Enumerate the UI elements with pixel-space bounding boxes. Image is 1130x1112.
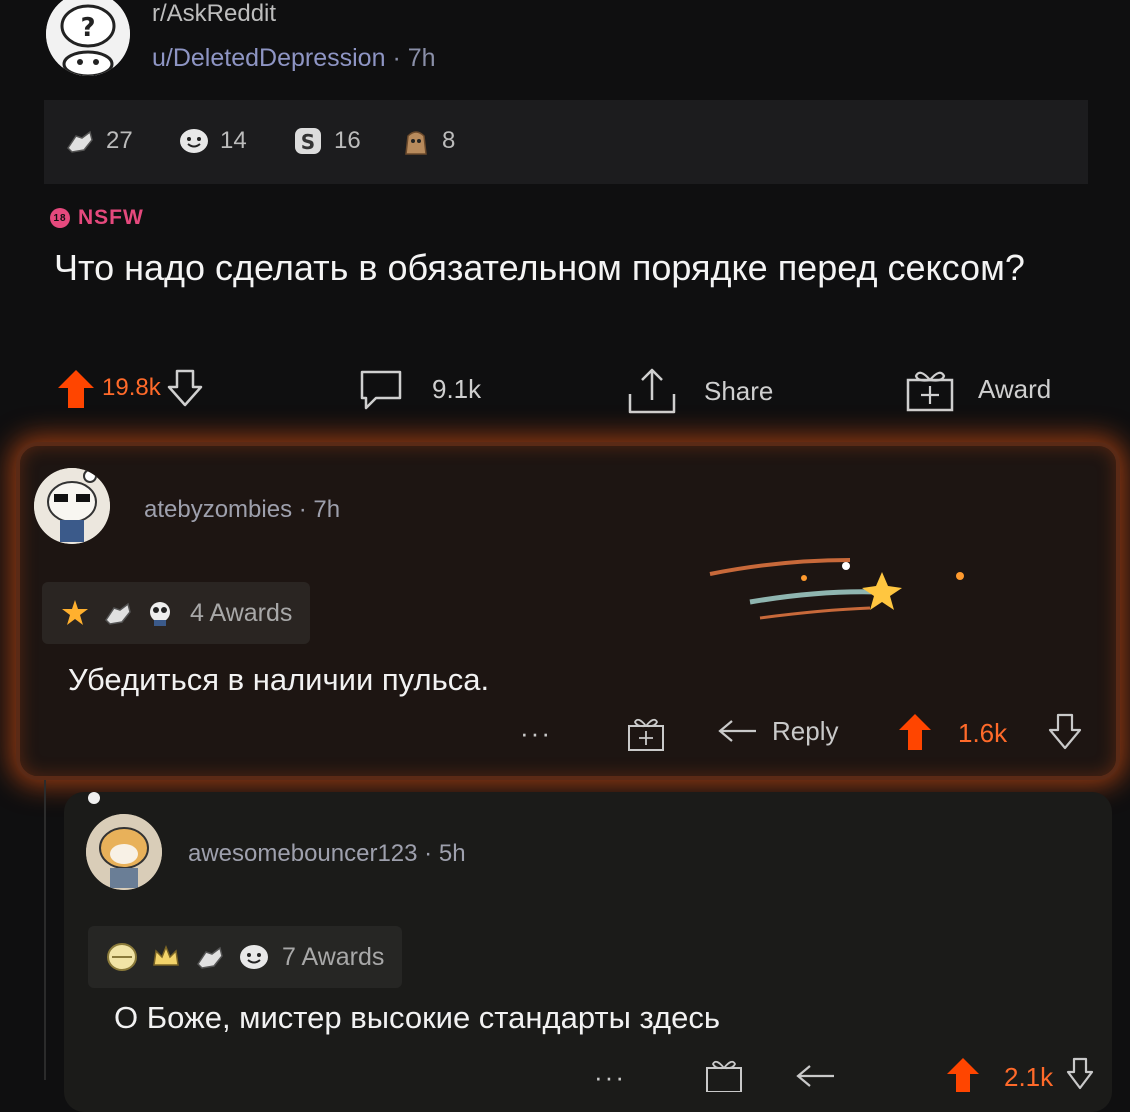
gift-icon bbox=[906, 371, 954, 412]
reply-label: Reply bbox=[772, 716, 839, 746]
comment-author[interactable]: awesomebouncer123 bbox=[188, 840, 418, 867]
askreddit-logo-icon: ? bbox=[46, 0, 130, 76]
subreddit-name[interactable]: r/AskReddit bbox=[152, 0, 276, 28]
subreddit-avatar[interactable]: ? bbox=[46, 0, 130, 76]
comment-body: Убедиться в наличии пульса. bbox=[68, 662, 490, 697]
meta-separator: · bbox=[298, 496, 307, 523]
svg-text:S: S bbox=[301, 130, 315, 154]
comment-meta: atebyzombies · 7h bbox=[144, 496, 340, 524]
helpful-hands-icon bbox=[105, 602, 131, 625]
award-item: 27 bbox=[64, 126, 133, 156]
post-vote-count: 19.8k bbox=[102, 374, 161, 401]
comment-meta: awesomebouncer123 · 5h bbox=[188, 840, 466, 868]
award-item: 14 bbox=[178, 126, 247, 156]
reply-arrow-icon[interactable] bbox=[794, 1062, 838, 1092]
share-label: Share bbox=[704, 375, 774, 406]
comment-vote-count: 2.1k bbox=[1004, 1062, 1054, 1092]
avatar-accessory-icon bbox=[88, 792, 100, 804]
award-button[interactable]: Award bbox=[904, 366, 1051, 412]
comment-awards-pill[interactable]: 7 Awards bbox=[88, 926, 403, 988]
svg-text:?: ? bbox=[80, 13, 95, 43]
upvote-icon[interactable] bbox=[54, 366, 98, 410]
comment-author[interactable]: atebyzombies bbox=[144, 496, 292, 523]
award-item: S 16 bbox=[292, 126, 361, 156]
snoo-avatar-icon bbox=[86, 814, 162, 890]
helpful-hands-icon bbox=[67, 130, 93, 153]
comment-actions: ··· Reply 1.6k bbox=[520, 710, 1110, 760]
comment-awards-pill[interactable]: 4 Awards bbox=[42, 582, 311, 644]
award-count: 27 bbox=[106, 127, 133, 154]
comment-age: 7h bbox=[313, 496, 341, 523]
comment-awards-label: 7 Awards bbox=[282, 942, 385, 971]
meta-separator: · bbox=[392, 44, 401, 72]
gift-icon[interactable] bbox=[626, 714, 666, 752]
meta-separator: · bbox=[424, 840, 433, 867]
comment: awesomebouncer123 · 5h 7 Awards О Боже, … bbox=[64, 792, 1112, 1112]
upvote-icon[interactable] bbox=[944, 1056, 982, 1092]
post-actions-bar: 19.8k 9.1k Share Award bbox=[0, 356, 1130, 416]
wholesome-face-icon bbox=[180, 129, 208, 153]
comment-body: О Боже, мистер высокие стандарты здесь bbox=[114, 1000, 721, 1035]
comment-awards-label: 4 Awards bbox=[190, 598, 293, 627]
downvote-icon[interactable] bbox=[165, 367, 205, 409]
upvote-icon[interactable] bbox=[896, 712, 934, 752]
comment-bubble-icon bbox=[360, 370, 402, 410]
wholesome-face-icon bbox=[240, 945, 268, 969]
comment-highlighted: atebyzombies · 7h 4 Awards Убедиться в н… bbox=[16, 442, 1120, 780]
post-author[interactable]: u/DeletedDepression bbox=[152, 44, 385, 72]
bag-award-icon bbox=[405, 131, 427, 155]
vote-group: 19.8k bbox=[54, 366, 205, 410]
award-count: 16 bbox=[334, 127, 361, 154]
downvote-icon[interactable] bbox=[1066, 1056, 1094, 1092]
comment-age: 5h bbox=[438, 840, 466, 867]
post-title[interactable]: Что надо сделать в обязательном порядке … bbox=[54, 246, 1084, 290]
panda-award-icon bbox=[150, 602, 170, 626]
more-options-button[interactable]: ··· bbox=[594, 1062, 626, 1093]
thread-line[interactable] bbox=[44, 780, 46, 1080]
snoo-avatar-icon bbox=[34, 468, 110, 544]
award-count: 8 bbox=[442, 127, 456, 154]
gift-icon[interactable] bbox=[704, 1056, 744, 1092]
downvote-icon[interactable] bbox=[1046, 712, 1084, 752]
nsfw-tag: 18 NSFW bbox=[50, 206, 144, 230]
reply-arrow-icon bbox=[718, 719, 756, 742]
helpful-hands-icon bbox=[197, 946, 223, 969]
share-button[interactable]: Share bbox=[624, 366, 773, 416]
share-icon bbox=[628, 368, 676, 414]
crown-award-icon bbox=[153, 944, 179, 966]
avatar[interactable] bbox=[86, 814, 162, 890]
award-count: 14 bbox=[220, 127, 247, 154]
comment-vote-count: 1.6k bbox=[958, 718, 1008, 748]
award-item: 8 bbox=[400, 126, 455, 156]
comment-count: 9.1k bbox=[432, 373, 482, 404]
nsfw-label: NSFW bbox=[78, 206, 144, 229]
post-meta: u/DeletedDepression · 7h bbox=[152, 44, 436, 73]
comments-button[interactable]: 9.1k bbox=[356, 366, 481, 412]
starstruck-award-icon bbox=[62, 600, 88, 625]
nsfw-badge-icon: 18 bbox=[50, 208, 70, 228]
silver-coin-icon: S bbox=[295, 128, 321, 154]
shooting-star-award-icon bbox=[709, 558, 964, 620]
award-label: Award bbox=[978, 373, 1052, 404]
avatar[interactable] bbox=[34, 468, 110, 544]
comment-actions: ··· 2.1k bbox=[594, 1052, 1094, 1092]
post-awards-bar[interactable]: 27 14 S 16 8 bbox=[44, 100, 1088, 184]
reply-button[interactable]: Reply bbox=[716, 716, 838, 747]
post-age: 7h bbox=[407, 44, 436, 72]
more-options-button[interactable]: ··· bbox=[520, 718, 552, 749]
rocket-like-award-icon bbox=[107, 943, 137, 971]
